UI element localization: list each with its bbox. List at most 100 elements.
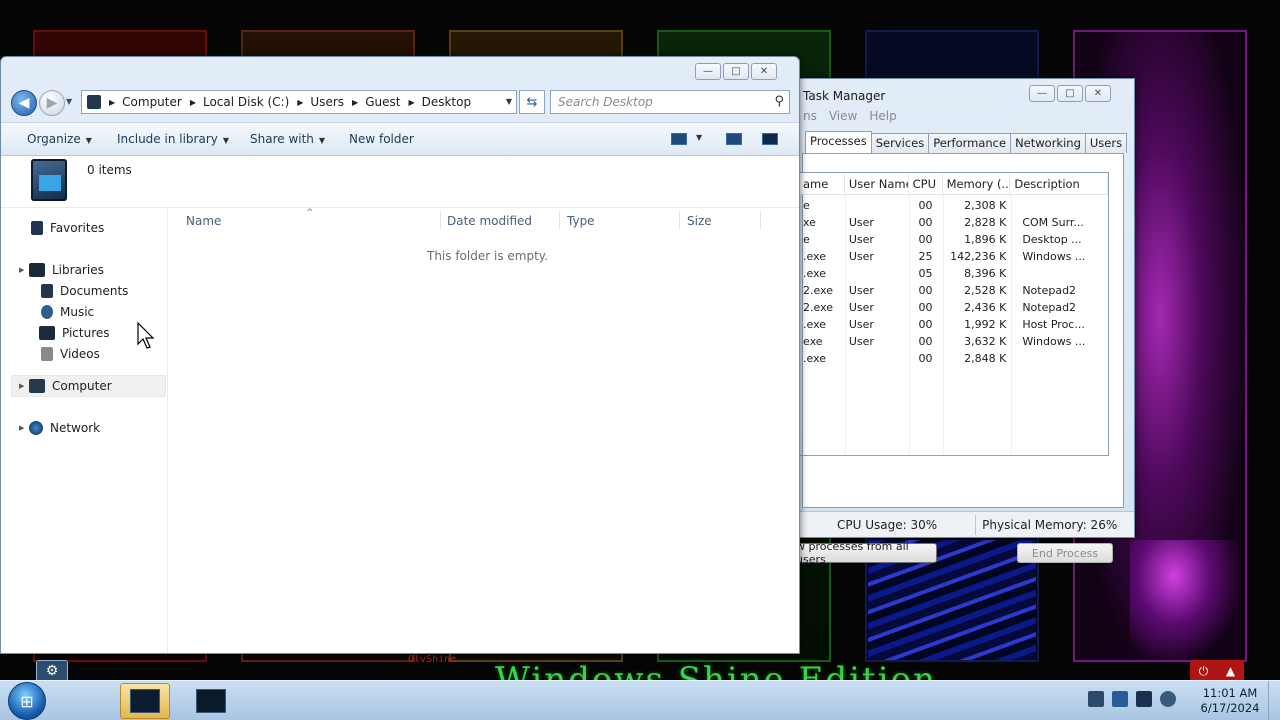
column-divider[interactable] xyxy=(760,212,761,230)
explorer-window[interactable]: — □ ✕ ◀ ▶ ▼ ▶ Computer ▶ Local Disk (C:)… xyxy=(0,56,800,654)
task-manager-window[interactable]: Task Manager — □ ✕ ns View Help Processe… xyxy=(795,78,1135,566)
nav-item-network[interactable]: ▶ Network xyxy=(19,418,100,438)
col-memory[interactable]: Memory (... xyxy=(943,173,1011,194)
change-view-icon[interactable] xyxy=(671,133,687,145)
minimize-button[interactable]: — xyxy=(695,63,721,80)
tab-networking[interactable]: Networking xyxy=(1010,133,1086,153)
nav-item-videos[interactable]: Videos xyxy=(41,344,100,364)
col-cpu[interactable]: CPU xyxy=(909,173,943,194)
breadcrumb-local-disk[interactable]: Local Disk (C:) xyxy=(203,95,289,109)
new-folder-button[interactable]: New folder xyxy=(349,132,414,146)
breadcrumb-computer[interactable]: Computer xyxy=(122,95,182,109)
minimize-button[interactable]: — xyxy=(1029,85,1055,102)
chevron-right-icon[interactable]: ▶ xyxy=(19,266,29,274)
taskbar-clock[interactable]: 11:01 AM 6/17/2024 xyxy=(1196,686,1264,716)
col-image-name[interactable]: ame xyxy=(799,173,845,194)
tray-volume-icon[interactable] xyxy=(1160,691,1176,707)
nav-item-documents[interactable]: Documents xyxy=(41,281,128,301)
column-divider[interactable] xyxy=(559,212,560,230)
breadcrumb-guest[interactable]: Guest xyxy=(365,95,400,109)
cell-name: .exe xyxy=(803,250,827,263)
start-button-windows-logo-icon[interactable]: ⊞ xyxy=(8,682,46,720)
breadcrumb-arrow-icon[interactable]: ▶ xyxy=(297,98,303,107)
cell-desc xyxy=(1010,198,1108,215)
column-type[interactable]: Type xyxy=(567,214,595,228)
column-name[interactable]: Name xyxy=(186,214,221,228)
preview-pane-icon[interactable] xyxy=(726,133,742,145)
breadcrumb-desktop[interactable]: Desktop xyxy=(422,95,472,109)
file-list[interactable]: ^ Name Date modified Type Size This fold… xyxy=(168,208,799,653)
search-icon[interactable]: ⚲ xyxy=(774,94,784,109)
close-button[interactable]: ✕ xyxy=(751,63,777,80)
nav-item-libraries[interactable]: ▶ Libraries xyxy=(19,260,104,280)
menu-help[interactable]: Help xyxy=(869,109,896,129)
column-divider[interactable] xyxy=(440,212,441,230)
cell-name: .exe xyxy=(803,318,827,331)
end-process-button[interactable]: End Process xyxy=(1017,543,1113,563)
navigation-pane[interactable]: Favorites ▶ Libraries Documents Music Pi… xyxy=(1,208,168,653)
cell-cpu: 00 xyxy=(918,199,933,212)
search-input[interactable]: Search Desktop ⚲ xyxy=(550,90,790,114)
breadcrumb-arrow-icon[interactable]: ▶ xyxy=(352,98,358,107)
recent-pages-dropdown-icon[interactable]: ▼ xyxy=(66,97,72,106)
tab-performance[interactable]: Performance xyxy=(928,133,1012,153)
tab-users[interactable]: Users xyxy=(1084,133,1128,153)
column-date-modified[interactable]: Date modified xyxy=(447,214,532,228)
chevron-right-icon[interactable]: ▶ xyxy=(19,382,29,390)
col-description[interactable]: Description xyxy=(1010,173,1108,194)
help-icon[interactable] xyxy=(762,133,778,145)
caret-up-icon[interactable]: ▲ xyxy=(1217,664,1244,678)
cell-name: .exe xyxy=(803,267,827,280)
maximize-button[interactable]: □ xyxy=(1057,85,1083,102)
explorer-caption-buttons: — □ ✕ xyxy=(695,63,777,80)
nav-item-favorites[interactable]: Favorites xyxy=(31,218,104,238)
breadcrumb-arrow-icon[interactable]: ▶ xyxy=(408,98,414,107)
column-divider[interactable] xyxy=(679,212,680,230)
gadget-power-widget[interactable]: ⏻ ▲ xyxy=(1190,660,1244,680)
breadcrumb-arrow-icon[interactable]: ▶ xyxy=(109,98,115,107)
nav-item-computer[interactable]: ▶ Computer xyxy=(19,376,112,396)
tab-services[interactable]: Services xyxy=(870,133,930,153)
nav-item-music[interactable]: Music xyxy=(41,302,94,322)
maximize-button[interactable]: □ xyxy=(723,63,749,80)
taskbar-explorer-button[interactable] xyxy=(120,683,170,719)
include-in-library-button[interactable]: Include in library ▼ xyxy=(117,132,229,146)
taskbar-task-manager-button[interactable] xyxy=(186,683,236,719)
show-all-processes-button[interactable]: w processes from all users xyxy=(795,540,937,566)
nav-item-pictures[interactable]: Pictures xyxy=(39,323,110,343)
address-dropdown-icon[interactable]: ▼ xyxy=(506,97,512,106)
sort-ascending-icon: ^ xyxy=(306,208,314,218)
address-bar[interactable]: ▶ Computer ▶ Local Disk (C:) ▶ Users ▶ G… xyxy=(81,90,517,114)
tab-processes[interactable]: Processes xyxy=(805,131,872,153)
refresh-icon[interactable]: ⇆ xyxy=(519,90,545,114)
forward-arrow-icon[interactable]: ▶ xyxy=(39,90,65,116)
cpu-usage-status: CPU Usage: 30% xyxy=(837,517,938,532)
column-size[interactable]: Size xyxy=(687,214,712,228)
breadcrumb-users[interactable]: Users xyxy=(310,95,344,109)
network-globe-icon xyxy=(29,421,43,435)
tray-action-center-icon[interactable] xyxy=(1088,691,1104,707)
cell-name: .exe xyxy=(803,352,827,365)
show-desktop-button[interactable] xyxy=(1268,681,1280,720)
menu-options[interactable]: ns xyxy=(803,109,817,129)
col-user-name[interactable]: User Name xyxy=(845,173,909,194)
back-arrow-icon[interactable]: ◀ xyxy=(11,90,37,116)
cell-desc xyxy=(1010,266,1108,283)
cell-mem: 2,308 K xyxy=(964,199,1007,212)
cell-name: 2.exe xyxy=(803,284,834,297)
breadcrumb-arrow-icon[interactable]: ▶ xyxy=(190,98,196,107)
share-with-button[interactable]: Share with ▼ xyxy=(250,132,325,146)
cell-mem: 2,528 K xyxy=(964,284,1007,297)
explorer-titlebar[interactable] xyxy=(1,57,799,87)
menu-view[interactable]: View xyxy=(829,109,857,129)
gadget-settings-icon[interactable]: ⚙ xyxy=(36,660,68,680)
process-list[interactable]: ame User Name CPU Memory (... Descriptio… xyxy=(799,172,1109,456)
close-button[interactable]: ✕ xyxy=(1085,85,1111,102)
tray-bluetooth-icon[interactable] xyxy=(1112,691,1128,707)
search-placeholder: Search Desktop xyxy=(558,95,653,109)
tray-display-icon[interactable] xyxy=(1136,691,1152,707)
organize-button[interactable]: Organize ▼ xyxy=(27,132,92,146)
power-icon[interactable]: ⏻ xyxy=(1190,664,1217,679)
view-options-chevron-icon[interactable]: ▼ xyxy=(696,133,702,142)
chevron-right-icon[interactable]: ▶ xyxy=(19,424,29,432)
